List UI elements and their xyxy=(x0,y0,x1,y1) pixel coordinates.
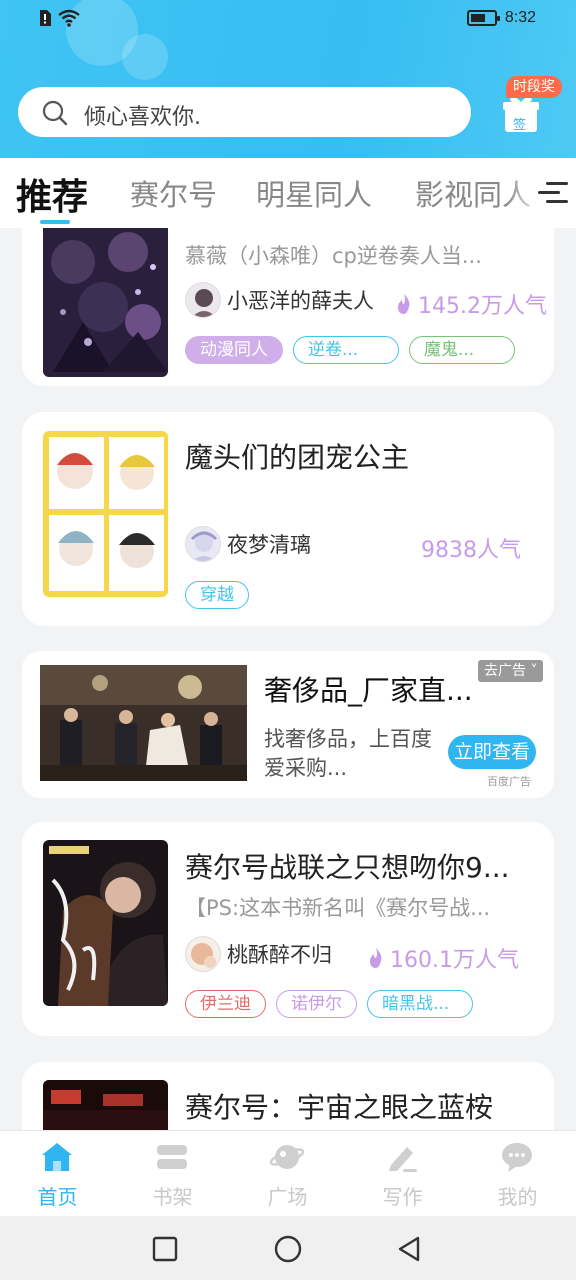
book-cover[interactable] xyxy=(43,431,168,597)
home-icon xyxy=(42,1143,72,1171)
tag[interactable]: 魔鬼... xyxy=(409,336,515,364)
search-icon xyxy=(42,100,68,126)
nav-bookshelf[interactable]: 书架 xyxy=(115,1131,230,1217)
tag[interactable]: 穿越 xyxy=(185,581,249,609)
book-cover[interactable] xyxy=(43,840,168,1006)
ad-view-button[interactable]: 立即查看 xyxy=(448,735,536,769)
search-bar[interactable]: 倾心喜欢你. xyxy=(18,87,471,137)
author-avatar xyxy=(185,936,221,972)
wifi-icon xyxy=(58,9,80,27)
ad-title: 奢侈品_厂家直... xyxy=(264,674,473,707)
gift-sign-label: 签 xyxy=(513,118,527,133)
category-menu-icon[interactable] xyxy=(538,180,570,206)
tab-celebrity-fanfic[interactable]: 明星同人 xyxy=(256,172,372,214)
book-cover[interactable] xyxy=(43,1080,168,1130)
system-navigation-bar xyxy=(0,1216,576,1280)
battery-icon xyxy=(466,10,500,26)
nav-me[interactable]: 我的 xyxy=(460,1131,575,1217)
chat-bubble-icon xyxy=(502,1143,532,1172)
pencil-icon xyxy=(389,1147,417,1172)
tag[interactable]: 逆卷... xyxy=(293,336,399,364)
bookshelf-icon xyxy=(157,1145,187,1169)
book-author-row: 夜梦清璃 xyxy=(185,526,311,562)
nav-home[interactable]: 首页 xyxy=(0,1131,115,1217)
book-author-row: 小恶洋的薛夫人 xyxy=(185,282,374,318)
book-author: 小恶洋的薛夫人 xyxy=(227,289,374,313)
book-author: 夜梦清璃 xyxy=(227,533,311,557)
nav-square[interactable]: 广场 xyxy=(230,1131,345,1217)
book-feed: 慕薇（小森唯）cp逆卷奏人当... 小恶洋的薛夫人 145.2万人气 动漫同人 … xyxy=(0,228,576,1130)
book-card[interactable]: 魔头们的团宠公主 夜梦清璃 9838人气 穿越 xyxy=(22,412,554,626)
category-tabs: 推荐 赛尔号 明星同人 影视同人 xyxy=(0,158,576,228)
book-tags: 伊兰迪 诺伊尔 暗黑战... xyxy=(185,990,473,1018)
book-card[interactable]: 慕薇（小森唯）cp逆卷奏人当... 小恶洋的薛夫人 145.2万人气 动漫同人 … xyxy=(22,228,554,386)
nav-write[interactable]: 写作 xyxy=(345,1131,460,1217)
book-card[interactable]: 赛尔号：宇宙之眼之蓝桉 xyxy=(22,1062,554,1130)
book-desc: 慕薇（小森唯）cp逆卷奏人当... xyxy=(185,244,482,268)
book-title: 赛尔号战联之只想吻你9... xyxy=(185,851,510,884)
back-button-icon[interactable] xyxy=(396,1235,422,1263)
sim-alert-icon xyxy=(40,10,51,26)
tag[interactable]: 伊兰迪 xyxy=(185,990,266,1018)
recents-button-icon[interactable] xyxy=(152,1236,178,1262)
tab-seer[interactable]: 赛尔号 xyxy=(130,172,217,214)
header: 8:32 倾心喜欢你. 签 时段奖 xyxy=(0,0,576,158)
popularity: 145.2万人气 xyxy=(396,288,547,320)
book-title: 赛尔号：宇宙之眼之蓝桉 xyxy=(185,1091,494,1124)
flame-icon xyxy=(398,294,410,314)
status-time: 8:32 xyxy=(504,9,536,26)
tab-recommend[interactable]: 推荐 xyxy=(16,168,88,220)
book-tags: 穿越 xyxy=(185,581,249,609)
book-desc: 【PS:这本书新名叫《赛尔号战... xyxy=(185,896,491,920)
ad-card[interactable]: 奢侈品_厂家直... 找奢侈品，上百度爱采购... 去广告 ˅ 立即查看 百度广… xyxy=(22,651,554,798)
gift-badge: 时段奖 xyxy=(506,76,562,98)
ad-source: 百度广告 xyxy=(487,775,531,788)
active-tab-indicator xyxy=(40,220,70,224)
remove-ad-button[interactable]: 去广告 ˅ xyxy=(478,660,544,682)
tag[interactable]: 诺伊尔 xyxy=(276,990,357,1018)
book-cover[interactable] xyxy=(43,228,168,377)
search-placeholder: 倾心喜欢你. xyxy=(84,105,201,130)
book-title: 魔头们的团宠公主 xyxy=(185,441,410,474)
ad-image[interactable] xyxy=(40,665,247,781)
popularity: 9838人气 xyxy=(421,538,521,563)
home-button-icon[interactable] xyxy=(274,1235,302,1263)
planet-icon xyxy=(270,1145,304,1169)
book-card[interactable]: 赛尔号战联之只想吻你9... 【PS:这本书新名叫《赛尔号战... 桃酥醉不归 … xyxy=(22,822,554,1036)
tag[interactable]: 暗黑战... xyxy=(367,990,473,1018)
popularity: 160.1万人气 xyxy=(368,942,519,974)
tag[interactable]: 动漫同人 xyxy=(185,336,283,364)
author-avatar xyxy=(185,282,221,318)
flame-icon xyxy=(370,948,382,968)
author-avatar xyxy=(185,526,221,562)
book-tags: 动漫同人 逆卷... 魔鬼... xyxy=(185,336,515,364)
status-bar: 8:32 xyxy=(0,0,576,40)
book-author: 桃酥醉不归 xyxy=(227,943,332,967)
bottom-navigation: 首页 书架 广场 写作 我的 xyxy=(0,1130,576,1216)
gift-button[interactable]: 签 时段奖 xyxy=(500,74,566,140)
book-author-row: 桃酥醉不归 xyxy=(185,936,332,972)
ad-desc: 找奢侈品，上百度爱采购... xyxy=(264,727,432,780)
